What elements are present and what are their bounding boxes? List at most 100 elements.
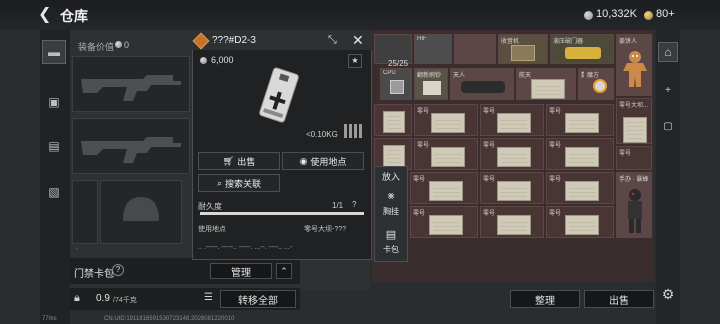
- equipment-value-label: 装备价值: [78, 40, 114, 53]
- inventory-item-figure[interactable]: 手办 · 暴蜂: [616, 172, 652, 238]
- capacity-max: /74千克: [113, 297, 137, 304]
- home-icon[interactable]: ⌂: [658, 42, 678, 62]
- document-icon: [497, 181, 531, 201]
- collapse-icon[interactable]: ⤡: [328, 34, 337, 47]
- settings-gear-icon[interactable]: ⚙: [658, 284, 678, 304]
- inventory-item-dam-doc[interactable]: 零号大坝...: [616, 98, 652, 144]
- inventory-item-aerospace[interactable]: 航天: [516, 68, 576, 100]
- equipment-value-text: 装备价值: [78, 42, 115, 52]
- keycard-manage-button[interactable]: 管理: [210, 263, 272, 279]
- inventory-paper[interactable]: 零号: [546, 206, 614, 238]
- durability-bar: [200, 212, 364, 215]
- document-icon: [565, 215, 599, 235]
- paper-label: 零号: [413, 211, 426, 217]
- inventory-paper[interactable]: [374, 104, 412, 136]
- put-in-label[interactable]: 放入: [376, 170, 406, 183]
- inventory-item-cpu[interactable]: CPU: [380, 68, 412, 100]
- equipment-value-number: 0: [124, 40, 130, 50]
- rifle-silhouette-icon: [81, 75, 181, 101]
- inventory-paper[interactable]: 零号: [414, 104, 478, 136]
- list-icon[interactable]: ☰: [204, 292, 213, 303]
- price-coin-icon: [200, 57, 207, 64]
- search-related-button[interactable]: ⌕ 搜索关联: [198, 174, 280, 192]
- inventory-paper[interactable]: 零号: [480, 206, 544, 238]
- document-icon: [497, 147, 531, 167]
- keycard-label: 门禁卡包: [74, 269, 114, 280]
- inventory-paper[interactable]: 零号: [546, 104, 614, 136]
- nav-vest-icon[interactable]: ▤: [42, 134, 66, 158]
- helmet-slot[interactable]: [100, 180, 182, 244]
- inventory-label-cpu: CPU: [383, 70, 396, 76]
- chest-rig-icon[interactable]: ⨳: [376, 190, 406, 203]
- paper-label: 零号: [549, 143, 562, 149]
- durability-label: 耐久度: [198, 202, 222, 211]
- page-title: 仓库: [60, 8, 88, 24]
- document-icon: [429, 181, 463, 201]
- paper-label: 零号: [549, 211, 562, 217]
- sort-button[interactable]: 整理: [510, 290, 580, 308]
- document-icon: [565, 147, 599, 167]
- inventory-item-red[interactable]: [454, 34, 496, 64]
- capacity-current: 0.9: [96, 293, 110, 304]
- close-icon[interactable]: ✕: [352, 32, 364, 49]
- chest-rig-label[interactable]: 胸挂: [376, 206, 406, 217]
- keycard-icon: [259, 67, 299, 123]
- equipment-coin-icon: [115, 41, 122, 48]
- lock-small-icon[interactable]: ▢: [658, 116, 678, 136]
- inventory-item-hydraulic[interactable]: 液压破门器: [550, 34, 614, 64]
- side-slot[interactable]: [72, 180, 98, 244]
- inventory-label-radio: 收音机: [501, 39, 520, 45]
- search-related-label: 搜索关联: [225, 178, 262, 189]
- use-place-value: 零号大坝-???: [304, 226, 347, 233]
- primary-weapon-slot[interactable]: [72, 56, 190, 112]
- nav-armor-icon[interactable]: ▣: [42, 90, 66, 114]
- secondary-weapon-slot[interactable]: [72, 118, 190, 174]
- card-pack-icon[interactable]: ▤: [376, 228, 406, 241]
- inventory-item-pipe[interactable]: 天人: [450, 68, 514, 100]
- nav-weapon-icon[interactable]: ▬: [42, 40, 66, 64]
- pipe-icon: [461, 81, 505, 93]
- inventory-label-gingerbread: 姜饼人: [619, 39, 638, 45]
- durability-value: 1/1: [332, 201, 344, 210]
- transfer-all-button[interactable]: 转移全部: [220, 290, 296, 308]
- paper-label: 零号: [483, 211, 496, 217]
- inventory-item-radio[interactable]: 收音机: [498, 34, 548, 64]
- inventory-paper[interactable]: 零号: [480, 172, 544, 204]
- inventory-item-hif[interactable]: HIF: [414, 34, 452, 64]
- use-location-button[interactable]: ◉ 使用地点: [282, 152, 364, 170]
- left-nav: [40, 30, 70, 324]
- inventory-paper[interactable]: 零号: [480, 104, 544, 136]
- inventory-item-cube[interactable]: 魔方: [584, 68, 614, 100]
- right-bar: [656, 30, 680, 324]
- inventory-paper[interactable]: 零号: [616, 146, 652, 170]
- plus-icon[interactable]: +: [658, 80, 678, 100]
- inventory-item-money-machine[interactable]: 翻新刷钞: [414, 68, 448, 100]
- inventory-paper[interactable]: 零号: [410, 206, 478, 238]
- paper-label: 零号: [483, 109, 496, 115]
- inventory-paper[interactable]: 零号: [414, 138, 478, 170]
- favorite-star-icon[interactable]: ★: [348, 54, 362, 68]
- paper-label: 零号: [417, 109, 430, 115]
- document-icon: [497, 215, 531, 235]
- card-pack-label[interactable]: 卡包: [376, 244, 406, 255]
- paper-label: 零号: [483, 143, 496, 149]
- sell-button[interactable]: 🛒︎ 出售: [198, 152, 280, 170]
- gold-currency-value: 80+: [656, 8, 675, 20]
- equipment-footnote: -: [76, 246, 78, 252]
- keycard-help-icon[interactable]: ?: [112, 264, 124, 276]
- chevron-up-icon[interactable]: ⌃: [276, 263, 292, 279]
- aerospace-doc-icon: [531, 79, 565, 99]
- sell-all-button[interactable]: 出售: [584, 290, 654, 308]
- inventory-item-gingerbread[interactable]: 姜饼人: [616, 34, 652, 96]
- inventory-paper[interactable]: 零号: [480, 138, 544, 170]
- inventory-paper[interactable]: 零号: [410, 172, 478, 204]
- document-icon: [497, 113, 531, 133]
- inventory-paper[interactable]: 零号: [546, 138, 614, 170]
- item-price: 6,000: [211, 55, 234, 65]
- lock-icon[interactable]: 🔒︎: [74, 292, 80, 305]
- durability-help-icon[interactable]: ?: [352, 200, 356, 209]
- back-arrow-icon[interactable]: ❮: [38, 7, 54, 23]
- nav-backpack-icon[interactable]: ▧: [42, 180, 66, 204]
- inventory-paper[interactable]: 零号: [546, 172, 614, 204]
- helmet-silhouette-icon: [123, 197, 159, 221]
